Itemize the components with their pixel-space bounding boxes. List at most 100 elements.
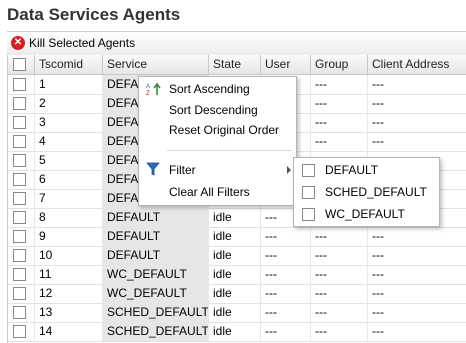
menu-separator [167,150,292,151]
row-select-cell[interactable] [8,227,35,246]
cell-tscomid: 2 [35,94,103,113]
cell-group: --- [311,75,368,94]
column-header-tscomid[interactable]: Tscomid [35,55,103,74]
filter-checkbox[interactable] [302,164,315,177]
table-row[interactable]: 9 DEFAULT idle --- --- --- [8,227,466,247]
cell-service: WC_DEFAULT [103,265,209,284]
row-checkbox[interactable] [13,325,26,338]
cell-state: idle [209,265,261,284]
cell-user: --- [261,227,311,246]
row-checkbox[interactable] [13,306,26,319]
cell-client-address: --- [368,227,466,246]
row-select-cell[interactable] [8,208,35,227]
cell-tscomid: 11 [35,265,103,284]
row-select-cell[interactable] [8,94,35,113]
filter-option-sched-default[interactable]: SCHED_DEFAULT [294,181,439,203]
cell-group: --- [311,113,368,132]
table-row[interactable]: 13 SCHED_DEFAULT idle --- --- --- [8,303,466,323]
cell-service: DEFAULT [103,227,209,246]
menu-sort-descending[interactable]: Sort Descending [169,101,258,119]
cell-group: --- [311,284,368,303]
row-checkbox[interactable] [13,97,26,110]
row-select-cell[interactable] [8,265,35,284]
row-checkbox[interactable] [13,173,26,186]
cell-group: --- [311,132,368,151]
cell-client-address: --- [368,75,466,94]
row-checkbox[interactable] [13,249,26,262]
column-context-menu: A Z Sort Ascending Sort Descending Reset… [138,76,297,206]
column-header-client-address[interactable]: Client Address [368,55,466,74]
cell-service: SCHED_DEFAULT [103,322,209,341]
filter-option-label: WC_DEFAULT [325,207,405,221]
filter-checkbox[interactable] [302,186,315,199]
row-checkbox[interactable] [13,154,26,167]
filter-submenu: DEFAULT SCHED_DEFAULT WC_DEFAULT [293,157,440,227]
filter-option-label: SCHED_DEFAULT [325,185,427,199]
page-title: Data Services Agents [7,5,181,24]
cell-user: --- [261,246,311,265]
table-row[interactable]: 10 DEFAULT idle --- --- --- [8,246,466,266]
svg-text:A: A [146,84,150,90]
select-all-checkbox[interactable] [13,58,26,71]
row-checkbox[interactable] [13,211,26,224]
column-header-group[interactable]: Group [311,55,368,74]
cell-tscomid: 12 [35,284,103,303]
filter-checkbox[interactable] [302,208,315,221]
cell-tscomid: 3 [35,113,103,132]
row-select-cell[interactable] [8,189,35,208]
table-row[interactable]: 12 WC_DEFAULT idle --- --- --- [8,284,466,304]
cell-tscomid: 1 [35,75,103,94]
filter-option-label: DEFAULT [325,163,379,177]
cell-client-address: --- [368,94,466,113]
row-checkbox[interactable] [13,135,26,148]
row-select-cell[interactable] [8,113,35,132]
cell-tscomid: 10 [35,246,103,265]
row-checkbox[interactable] [13,78,26,91]
row-select-cell[interactable] [8,151,35,170]
row-select-cell[interactable] [8,303,35,322]
cell-client-address: --- [368,322,466,341]
row-select-cell[interactable] [8,170,35,189]
close-circle-icon: ✕ [11,36,25,50]
row-select-cell[interactable] [8,246,35,265]
toolbar: ✕ Kill Selected Agents [7,31,466,56]
column-header-user[interactable]: User [261,55,311,74]
cell-client-address: --- [368,132,466,151]
cell-tscomid: 4 [35,132,103,151]
table-row[interactable]: 11 WC_DEFAULT idle --- --- --- [8,265,466,285]
kill-selected-agents-button[interactable]: ✕ Kill Selected Agents [11,35,135,51]
row-select-cell[interactable] [8,132,35,151]
column-header-service[interactable]: Service [103,55,209,74]
cell-state: idle [209,246,261,265]
row-checkbox[interactable] [13,116,26,129]
cell-client-address: --- [368,284,466,303]
filter-option-default[interactable]: DEFAULT [294,159,439,181]
cell-group: --- [311,265,368,284]
row-checkbox[interactable] [13,268,26,281]
filter-icon [146,162,160,179]
cell-user: --- [261,303,311,322]
cell-user: --- [261,322,311,341]
cell-user: --- [261,265,311,284]
row-checkbox[interactable] [13,287,26,300]
column-header-state[interactable]: State [209,55,261,74]
menu-sort-ascending[interactable]: Sort Ascending [169,80,250,98]
row-checkbox[interactable] [13,230,26,243]
grid-header: Tscomid Service State User Group Client … [8,55,466,75]
row-checkbox[interactable] [13,192,26,205]
kill-selected-agents-label: Kill Selected Agents [29,36,136,50]
cell-client-address: --- [368,303,466,322]
menu-reset-original-order[interactable]: Reset Original Order [169,121,279,139]
row-select-cell[interactable] [8,322,35,341]
row-select-cell[interactable] [8,284,35,303]
cell-group: --- [311,227,368,246]
sort-ascending-icon: A Z [146,82,162,99]
cell-client-address: --- [368,246,466,265]
cell-service: DEFAULT [103,246,209,265]
header-select-all[interactable] [8,55,35,74]
filter-option-wc-default[interactable]: WC_DEFAULT [294,203,439,225]
menu-filter[interactable]: Filter [169,161,196,179]
row-select-cell[interactable] [8,75,35,94]
menu-clear-all-filters[interactable]: Clear All Filters [169,183,250,201]
table-row[interactable]: 14 SCHED_DEFAULT idle --- --- --- [8,322,466,342]
